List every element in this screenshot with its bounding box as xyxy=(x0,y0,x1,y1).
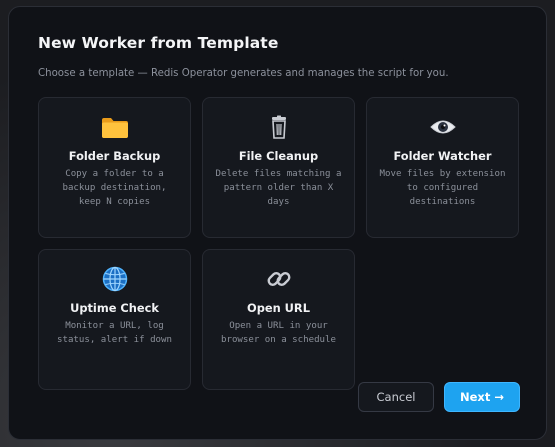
template-card-file-cleanup[interactable]: File Cleanup Delete files matching a pat… xyxy=(202,97,355,238)
link-icon xyxy=(203,264,354,294)
dialog-title: New Worker from Template xyxy=(38,34,279,52)
template-card-open-url[interactable]: Open URL Open a URL in your browser on a… xyxy=(202,249,355,390)
template-card-uptime-check[interactable]: Uptime Check Monitor a URL, log status, … xyxy=(38,249,191,390)
template-name: Folder Backup xyxy=(68,149,161,163)
next-button[interactable]: Next → xyxy=(444,382,520,412)
trash-icon xyxy=(203,112,354,142)
folder-icon xyxy=(39,112,190,142)
template-card-folder-backup[interactable]: Folder Backup Copy a folder to a backup … xyxy=(38,97,191,238)
template-name: Uptime Check xyxy=(70,301,159,315)
template-name: Open URL xyxy=(247,301,310,315)
template-description: Move files by extension to configured de… xyxy=(379,169,506,207)
template-description: Delete files matching a pattern older th… xyxy=(215,169,342,207)
template-description: Monitor a URL, log status, alert if down xyxy=(57,321,172,345)
template-description: Copy a folder to a backup destination, k… xyxy=(62,169,167,207)
globe-icon xyxy=(39,264,190,294)
template-card-folder-watcher[interactable]: Folder Watcher Move files by extension t… xyxy=(366,97,519,238)
new-worker-dialog: New Worker from Template Choose a templa… xyxy=(8,6,547,440)
eye-icon xyxy=(367,112,518,142)
cancel-button[interactable]: Cancel xyxy=(358,382,434,412)
template-name: File Cleanup xyxy=(238,149,319,163)
template-name: Folder Watcher xyxy=(393,149,492,163)
template-description: Open a URL in your browser on a schedule xyxy=(221,321,336,345)
dialog-subtitle: Choose a template — Redis Operator gener… xyxy=(38,68,449,79)
